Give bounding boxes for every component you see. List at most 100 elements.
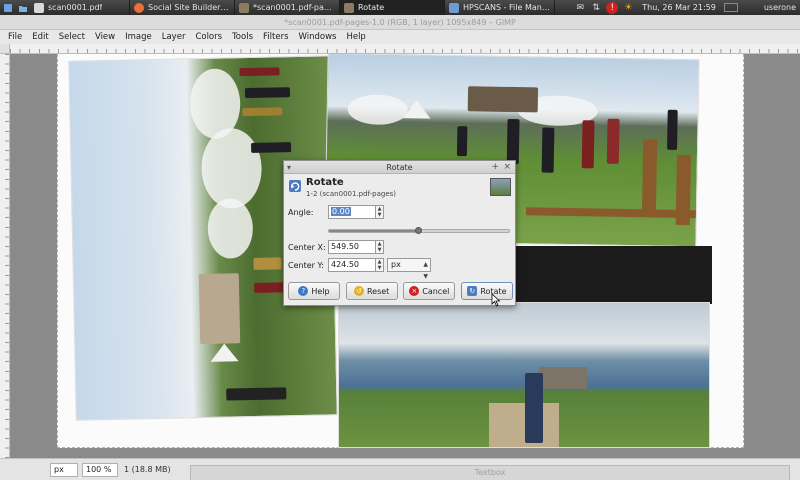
house-figure (198, 273, 241, 345)
dialog-header: Rotate 1-2 (scan0001.pdf-pages) (284, 174, 515, 200)
menu-windows[interactable]: Windows (294, 32, 342, 42)
user-menu[interactable]: userone (740, 3, 800, 12)
status-info: 1 (18.8 MB) (124, 465, 171, 474)
task-browser[interactable]: Social Site Builder - A... (130, 0, 235, 15)
dialog-title: Rotate (386, 163, 413, 172)
desktop-switcher-icon[interactable] (723, 3, 738, 12)
cancel-button-label: Cancel (422, 286, 450, 296)
center-unit-value: px (391, 260, 401, 269)
task-label: HPSCANS - File Mana... (463, 3, 550, 12)
network-icon[interactable]: ⇅ (590, 2, 602, 14)
task-label: Rotate (358, 3, 385, 12)
reset-button-label: Reset (366, 286, 390, 296)
smoke-cloud (200, 127, 263, 210)
center-y-input[interactable]: 424.50 (328, 258, 376, 272)
textbox-dock[interactable]: Textbox (190, 465, 790, 480)
task-scan-pdf[interactable]: scan0001.pdf (30, 0, 130, 15)
angle-input[interactable]: 0.00 (328, 205, 376, 219)
menu-view[interactable]: View (90, 32, 120, 42)
ruler-corner[interactable] (0, 44, 10, 54)
menu-image[interactable]: Image (120, 32, 157, 42)
tent-figure (402, 100, 431, 119)
menu-filters[interactable]: Filters (258, 32, 293, 42)
system-tray: ✉ ⇅ ! ☀ Thu, 26 Mar 21:59 userone (572, 0, 800, 15)
cancel-icon: × (409, 286, 420, 296)
dialog-subheading: 1-2 (scan0001.pdf-pages) (306, 190, 397, 198)
app-menu-button[interactable] (0, 0, 15, 15)
task-label: scan0001.pdf (48, 3, 103, 12)
help-button-label: Help (311, 286, 330, 296)
task-file-manager[interactable]: HPSCANS - File Mana... (445, 0, 555, 15)
task-label: Social Site Builder - A... (148, 3, 230, 12)
soldier-figure (226, 387, 287, 401)
soldier-figure (456, 126, 468, 157)
vertical-ruler[interactable] (0, 54, 10, 458)
center-x-input[interactable]: 549.50 (328, 240, 376, 254)
smoke-cloud (347, 94, 408, 126)
mouse-pointer-icon (491, 293, 501, 307)
close-icon[interactable]: × (503, 162, 511, 172)
soldier-figure (251, 142, 292, 153)
mail-icon[interactable]: ✉ (574, 2, 586, 14)
soldier-figure (606, 118, 620, 164)
help-button[interactable]: ? Help (288, 282, 340, 300)
update-alert-icon[interactable]: ! (606, 1, 619, 14)
chevron-updown-icon: ▲ ▼ (423, 261, 428, 280)
angle-value: 0.00 (331, 207, 351, 216)
folder-icon (449, 2, 459, 13)
menu-select[interactable]: Select (54, 32, 90, 42)
taskbar: scan0001.pdf Social Site Builder - A... … (0, 0, 800, 15)
fence-post (641, 139, 658, 215)
menubar: File Edit Select View Image Layer Colors… (0, 30, 800, 44)
folder-icon (18, 5, 27, 12)
task-label: *scan0001.pdf-pages-... (253, 3, 335, 12)
rotate-button[interactable]: ↻ Rotate (460, 282, 513, 300)
center-x-spin-arrows[interactable]: ▲ ▼ (376, 240, 384, 254)
center-x-label: Center X: (288, 242, 326, 252)
task-gimp-image[interactable]: *scan0001.pdf-pages-... (235, 0, 340, 15)
zoom-selector[interactable]: 100 % (82, 462, 118, 477)
angle-spinbutton[interactable]: 0.00 ▲ ▼ (328, 205, 384, 219)
center-y-row: Center Y: 424.50 ▲ ▼ px ▲ ▼ (288, 258, 431, 280)
app-menu-icon (3, 3, 12, 12)
soldier-figure (253, 257, 282, 270)
cancel-button[interactable]: × Cancel (403, 282, 456, 300)
angle-slider-handle[interactable] (415, 227, 422, 234)
task-rotate-dialog[interactable]: Rotate (340, 0, 445, 15)
dialog-buttons: ? Help ↺ Reset × Cancel ↻ Rotate (288, 282, 513, 300)
gimp-icon (344, 2, 354, 13)
horizontal-ruler[interactable] (10, 44, 800, 54)
soldier-figure (506, 118, 520, 165)
center-x-spinbutton[interactable]: 549.50 ▲ ▼ (328, 240, 384, 254)
menu-colors[interactable]: Colors (190, 32, 227, 42)
dialog-heading: Rotate (306, 177, 344, 188)
rotate-tool-icon (289, 180, 301, 192)
file-manager-launcher[interactable] (15, 0, 30, 15)
angle-spin-arrows[interactable]: ▲ ▼ (376, 205, 384, 219)
center-y-spin-arrows[interactable]: ▲ ▼ (376, 258, 384, 272)
pin-icon[interactable]: + (491, 162, 499, 172)
weather-icon[interactable]: ☀ (622, 2, 634, 14)
center-y-spinbutton[interactable]: 424.50 ▲ ▼ (328, 258, 384, 272)
angle-label: Angle: (288, 207, 314, 217)
angle-row: Angle: 0.00 ▲ ▼ (288, 205, 384, 219)
document-icon (34, 2, 44, 13)
menu-layer[interactable]: Layer (157, 32, 191, 42)
dialog-titlebar[interactable]: ▾ Rotate + × (284, 161, 515, 174)
menu-edit[interactable]: Edit (27, 32, 53, 42)
path-figure (489, 403, 559, 447)
menu-help[interactable]: Help (341, 32, 370, 42)
rotate-dialog: ▾ Rotate + × Rotate 1-2 (scan0001.pdf-pa… (283, 160, 516, 306)
clock[interactable]: Thu, 26 Mar 21:59 (636, 3, 722, 12)
reset-button[interactable]: ↺ Reset (345, 282, 398, 300)
menu-tools[interactable]: Tools (227, 32, 258, 42)
menu-file[interactable]: File (3, 32, 27, 42)
gimp-icon (239, 2, 249, 13)
center-unit-combo[interactable]: px ▲ ▼ (387, 258, 431, 280)
unit-selector[interactable]: px (50, 462, 78, 477)
soldier-figure (541, 127, 555, 173)
angle-slider[interactable] (328, 227, 510, 234)
image-thumbnail (490, 178, 511, 196)
castle-ruin-figure (539, 367, 587, 389)
rotate-icon: ↻ (467, 286, 478, 296)
